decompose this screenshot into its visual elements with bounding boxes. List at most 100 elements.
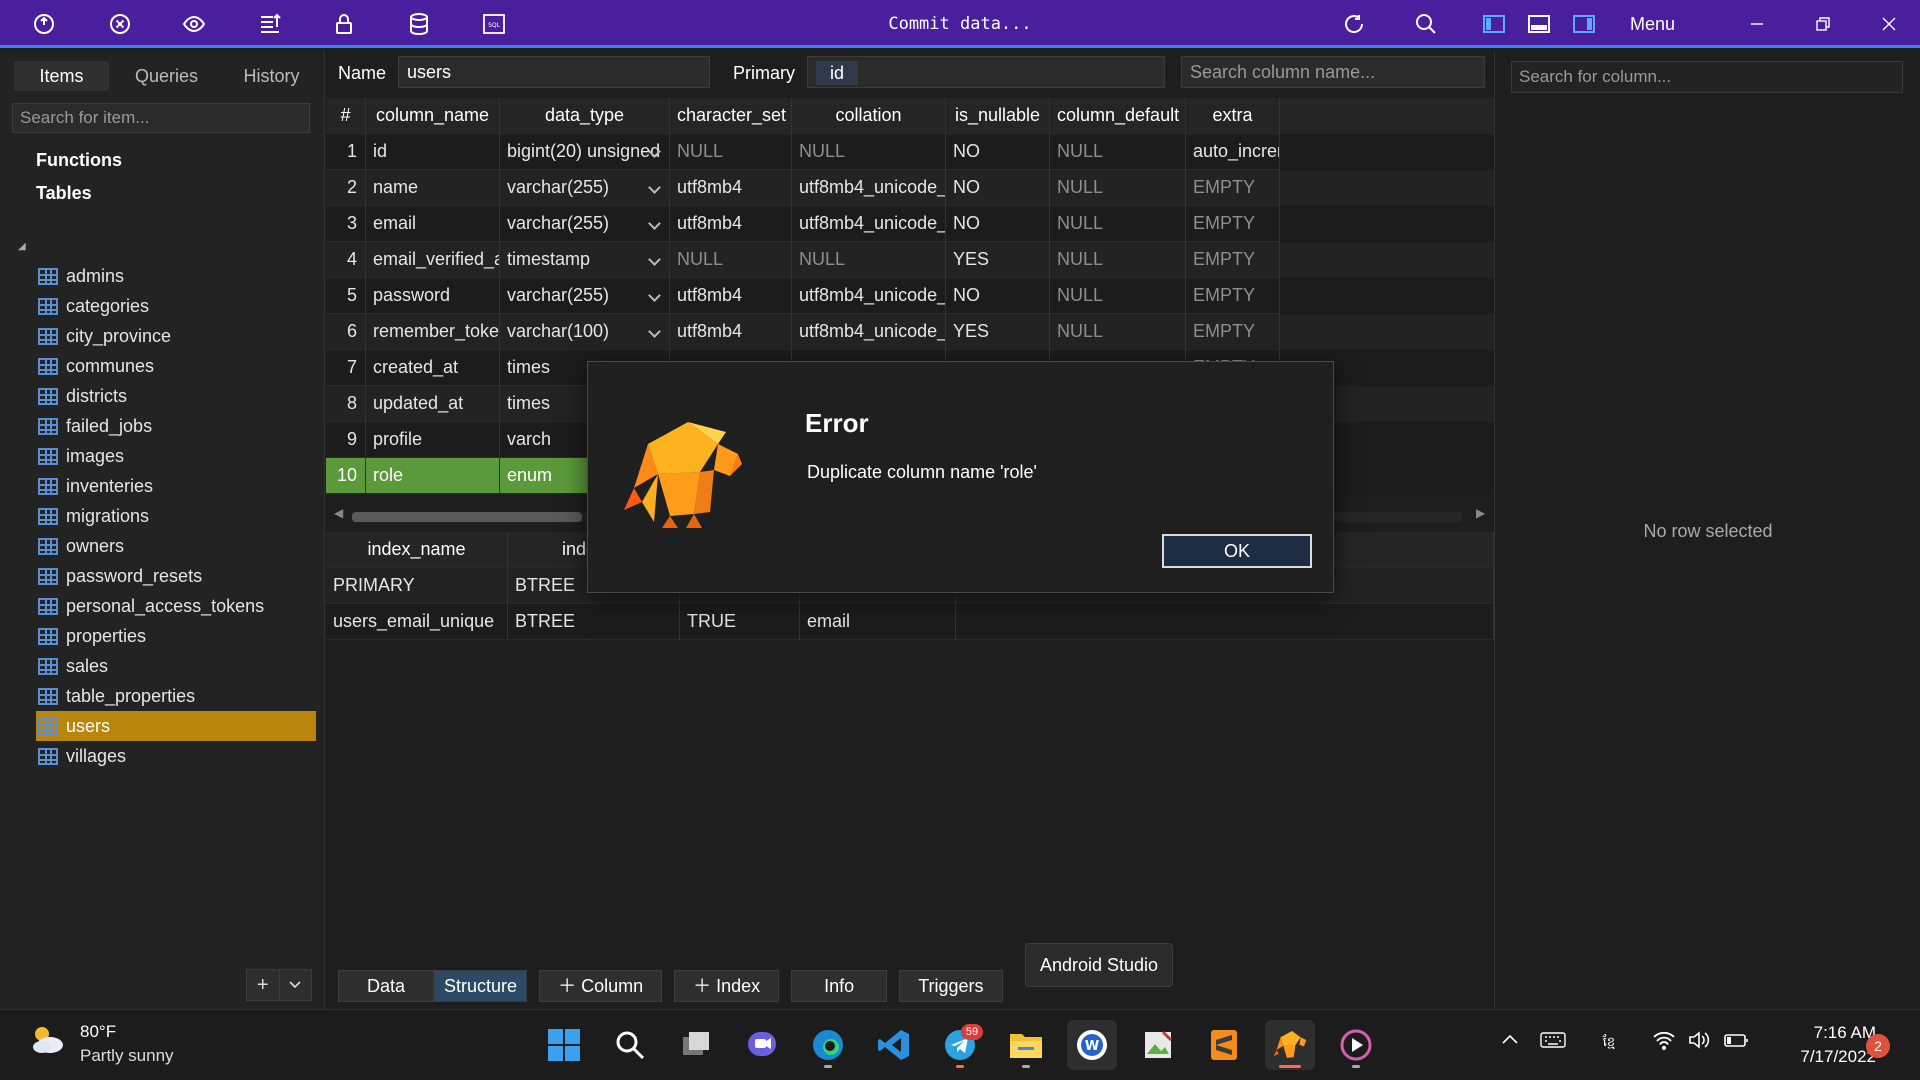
tab-data[interactable]: Data xyxy=(338,970,435,1002)
add-column-button[interactable]: ＋ Column xyxy=(539,970,663,1002)
cell-nullable[interactable]: NO xyxy=(946,170,1050,206)
weather-widget[interactable]: 80°F Partly sunny xyxy=(28,1020,174,1068)
index-cell[interactable] xyxy=(956,604,1494,640)
tab-items[interactable]: Items xyxy=(14,61,109,91)
cell-nullable[interactable]: NO xyxy=(946,278,1050,314)
cell-collation[interactable]: NULL xyxy=(792,242,946,278)
wifi-icon[interactable] xyxy=(1652,1030,1676,1055)
cell-extra[interactable]: EMPTY xyxy=(1186,206,1280,242)
cell-collation[interactable]: utf8mb4_unicode_ci xyxy=(792,170,946,206)
table-row[interactable]: 2 name varchar(255) utf8mb4 utf8mb4_unicode_… xyxy=(326,170,1494,206)
index-cell[interactable]: TRUE xyxy=(680,604,800,640)
table-row[interactable]: 4 email_verified_at timestamp NULL NULL YES NU… xyxy=(326,242,1494,278)
cell-collation[interactable]: utf8mb4_unicode_ci xyxy=(792,206,946,242)
cell-name[interactable]: profile xyxy=(366,422,500,458)
cell-extra[interactable]: EMPTY xyxy=(1186,278,1280,314)
cell-default[interactable]: NULL xyxy=(1050,242,1186,278)
table-item-images[interactable]: images xyxy=(36,441,316,471)
close-window-icon[interactable] xyxy=(1862,0,1916,48)
cell-n[interactable]: 7 xyxy=(326,350,366,386)
table-item-admins[interactable]: admins xyxy=(36,261,316,291)
primary-key-field[interactable]: id xyxy=(807,56,1165,88)
column-header[interactable]: column_name xyxy=(366,98,500,134)
cell-name[interactable]: password xyxy=(366,278,500,314)
table-item-inventeries[interactable]: inventeries xyxy=(36,471,316,501)
table-row[interactable]: 3 email varchar(255) utf8mb4 utf8mb4_unicode… xyxy=(326,206,1494,242)
eye-icon[interactable] xyxy=(178,8,210,40)
scroll-right-icon[interactable]: ▶ xyxy=(1476,506,1485,520)
table-item-categories[interactable]: categories xyxy=(36,291,316,321)
cell-extra[interactable]: EMPTY xyxy=(1186,314,1280,350)
tab-structure[interactable]: Structure xyxy=(434,970,528,1002)
battery-icon[interactable] xyxy=(1724,1030,1750,1055)
minimize-icon[interactable] xyxy=(1730,0,1784,48)
input-language-icon[interactable]: ខ្មែ xyxy=(1594,1030,1624,1057)
cell-type[interactable]: varchar(255) xyxy=(500,206,670,242)
cell-collation[interactable]: utf8mb4_unicode_ci xyxy=(792,278,946,314)
item-search-input[interactable]: Search for item... xyxy=(12,103,310,133)
cell-n[interactable]: 4 xyxy=(326,242,366,278)
taskbar-search-icon[interactable] xyxy=(605,1020,655,1070)
file-explorer-icon[interactable] xyxy=(1001,1020,1051,1070)
table-item-users[interactable]: users xyxy=(36,711,316,741)
cell-name[interactable]: email_verified_at xyxy=(366,242,500,278)
cell-name[interactable]: updated_at xyxy=(366,386,500,422)
table-item-communes[interactable]: communes xyxy=(36,351,316,381)
cell-collation[interactable]: utf8mb4_unicode_ci xyxy=(792,314,946,350)
volume-icon[interactable] xyxy=(1688,1030,1710,1055)
sublime-text-icon[interactable] xyxy=(1199,1020,1249,1070)
cell-nullable[interactable]: YES xyxy=(946,314,1050,350)
table-item-owners[interactable]: owners xyxy=(36,531,316,561)
detail-column-search-input[interactable]: Search for column... xyxy=(1511,61,1903,93)
cell-n[interactable]: 8 xyxy=(326,386,366,422)
table-name-field[interactable]: users xyxy=(398,56,710,88)
keyboard-icon[interactable] xyxy=(1540,1030,1566,1055)
restore-icon[interactable] xyxy=(1796,0,1850,48)
lock-icon[interactable] xyxy=(328,8,360,40)
cell-default[interactable]: NULL xyxy=(1050,134,1186,170)
left-panel-toggle-icon[interactable] xyxy=(1478,8,1510,40)
add-item-button[interactable]: + xyxy=(247,970,280,1000)
cell-n[interactable]: 10 xyxy=(326,458,366,494)
table-item-city-province[interactable]: city_province xyxy=(36,321,316,351)
media-player-icon[interactable] xyxy=(1331,1020,1381,1070)
column-header[interactable]: character_set xyxy=(670,98,792,134)
refresh-icon[interactable] xyxy=(1338,8,1370,40)
tab-queries[interactable]: Queries xyxy=(119,61,214,91)
cell-n[interactable]: 9 xyxy=(326,422,366,458)
cell-type[interactable]: varchar(255) xyxy=(500,278,670,314)
telegram-icon[interactable]: 59 xyxy=(935,1020,985,1070)
column-header[interactable]: data_type xyxy=(500,98,670,134)
scroll-left-icon[interactable]: ◀ xyxy=(334,506,343,520)
column-search-input[interactable]: Search column name... xyxy=(1181,56,1485,88)
index-cell[interactable]: users_email_unique xyxy=(326,604,508,640)
table-item-personal-access-tokens[interactable]: personal_access_tokens xyxy=(36,591,316,621)
cell-type[interactable]: varchar(100) xyxy=(500,314,670,350)
cell-default[interactable]: NULL xyxy=(1050,314,1186,350)
cell-default[interactable]: NULL xyxy=(1050,278,1186,314)
table-row[interactable]: 6 remember_token varchar(100) utf8mb4 utf8mb… xyxy=(326,314,1494,350)
system-clock[interactable]: 7:16 AM 7/17/2022 xyxy=(1772,1021,1876,1069)
index-cell[interactable]: BTREE xyxy=(508,604,680,640)
table-item-villages[interactable]: villages xyxy=(36,741,316,771)
cell-extra[interactable]: EMPTY xyxy=(1186,242,1280,278)
cell-name[interactable]: email xyxy=(366,206,500,242)
cell-charset[interactable]: NULL xyxy=(670,134,792,170)
word-app-icon[interactable]: W xyxy=(1067,1020,1117,1070)
add-index-button[interactable]: ＋ Index xyxy=(674,970,780,1002)
table-item-migrations[interactable]: migrations xyxy=(36,501,316,531)
image-editor-icon[interactable] xyxy=(1133,1020,1183,1070)
cell-charset[interactable]: utf8mb4 xyxy=(670,314,792,350)
cell-name[interactable]: name xyxy=(366,170,500,206)
cell-type[interactable]: timestamp xyxy=(500,242,670,278)
cell-n[interactable]: 5 xyxy=(326,278,366,314)
cell-type[interactable]: bigint(20) unsigned xyxy=(500,134,670,170)
teams-chat-icon[interactable] xyxy=(737,1020,787,1070)
index-cell[interactable]: PRIMARY xyxy=(326,568,508,604)
cell-charset[interactable]: utf8mb4 xyxy=(670,170,792,206)
table-item-failed-jobs[interactable]: failed_jobs xyxy=(36,411,316,441)
sort-lines-icon[interactable] xyxy=(254,8,286,40)
notification-count-badge[interactable]: 2 xyxy=(1866,1034,1890,1058)
cell-nullable[interactable]: YES xyxy=(946,242,1050,278)
table-item-password-resets[interactable]: password_resets xyxy=(36,561,316,591)
